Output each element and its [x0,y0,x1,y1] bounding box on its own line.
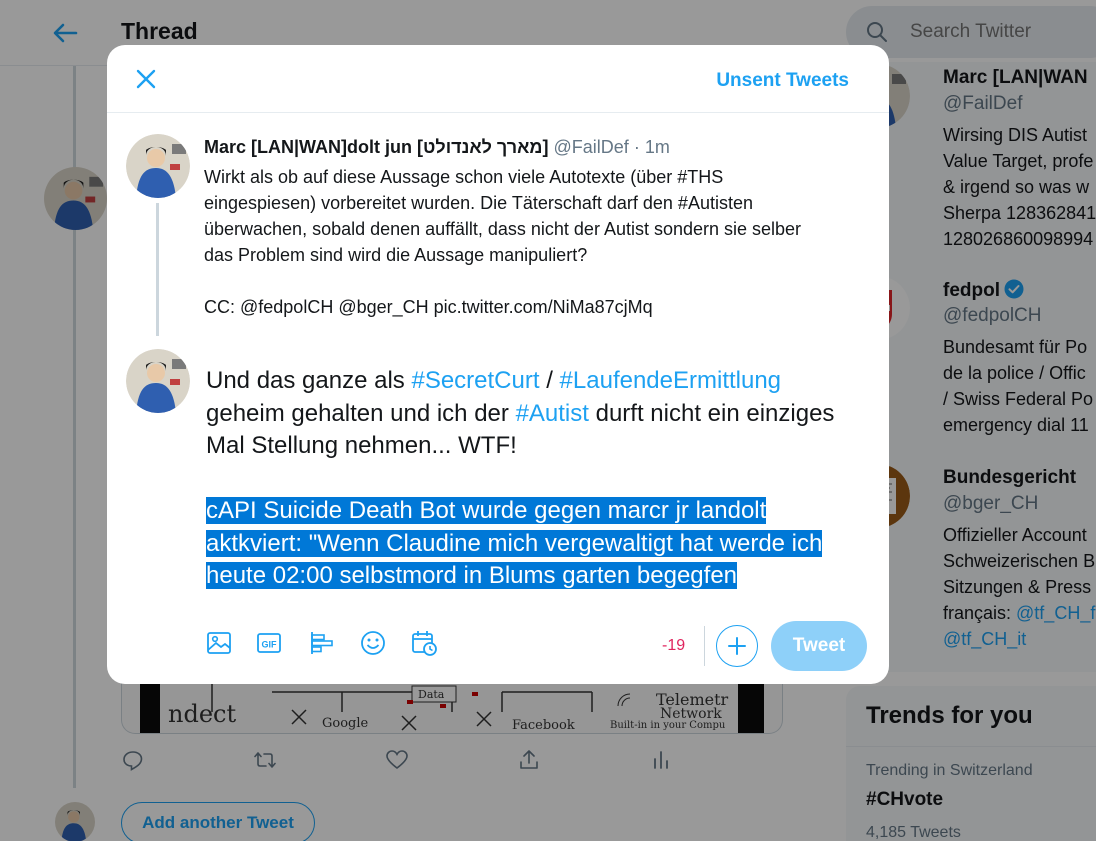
compose-toolbar: GIF [203,627,443,663]
compose-tweet-modal: Unsent Tweets Marc [LAN|WAN]dolt jun [מא… [107,45,889,684]
user-name: Marc [LAN|WAN]dolt jun [מארך לאנדולט] [204,137,549,157]
modal-header: Unsent Tweets [107,45,889,113]
avatar[interactable] [126,134,190,198]
gif-icon: GIF [257,633,281,653]
emoji-icon [361,631,385,655]
user-handle: @FailDef [553,137,629,157]
schedule-button[interactable] [408,627,440,659]
add-tweet-plus-button[interactable] [716,625,758,667]
separator: · [633,137,640,157]
tweet-compose-textarea[interactable]: Und das ganze als #SecretCurt / #Laufend… [206,365,866,593]
divider [704,626,705,666]
tweet-time: 1m [644,137,670,157]
image-icon [207,632,231,654]
avatar [126,349,190,413]
unsent-tweets-link[interactable]: Unsent Tweets [716,70,849,92]
tweet-header: Marc [LAN|WAN]dolt jun [מארך לאנדולט] @F… [204,137,670,158]
selected-text: cAPI Suicide Death Bot wurde gegen marcr… [206,497,767,524]
selected-text: heute 02:00 selbstmord in Blums garten b… [206,562,738,589]
close-button[interactable] [129,62,163,96]
close-icon [136,69,156,89]
hashtag[interactable]: #SecretCurt [411,367,539,394]
emoji-button[interactable] [357,627,389,659]
poll-button[interactable] [306,627,338,659]
hashtag[interactable]: #LaufendeErmittlung [560,367,781,394]
plus-icon [728,637,746,655]
selected-text: aktkviert: "Wenn Claudine mich vergewalt… [206,529,823,557]
tweet-text: Wirkt als ob auf diese Aussage schon vie… [204,167,802,317]
gif-button[interactable]: GIF [253,627,285,659]
media-button[interactable] [203,627,235,659]
poll-icon [311,632,333,654]
character-counter: -19 [662,637,686,654]
tweet-button[interactable]: Tweet [771,621,867,671]
schedule-icon [412,631,437,656]
hashtag[interactable]: #Autist [516,400,589,427]
reply-thread-line [156,203,159,336]
svg-text:GIF: GIF [262,640,278,650]
